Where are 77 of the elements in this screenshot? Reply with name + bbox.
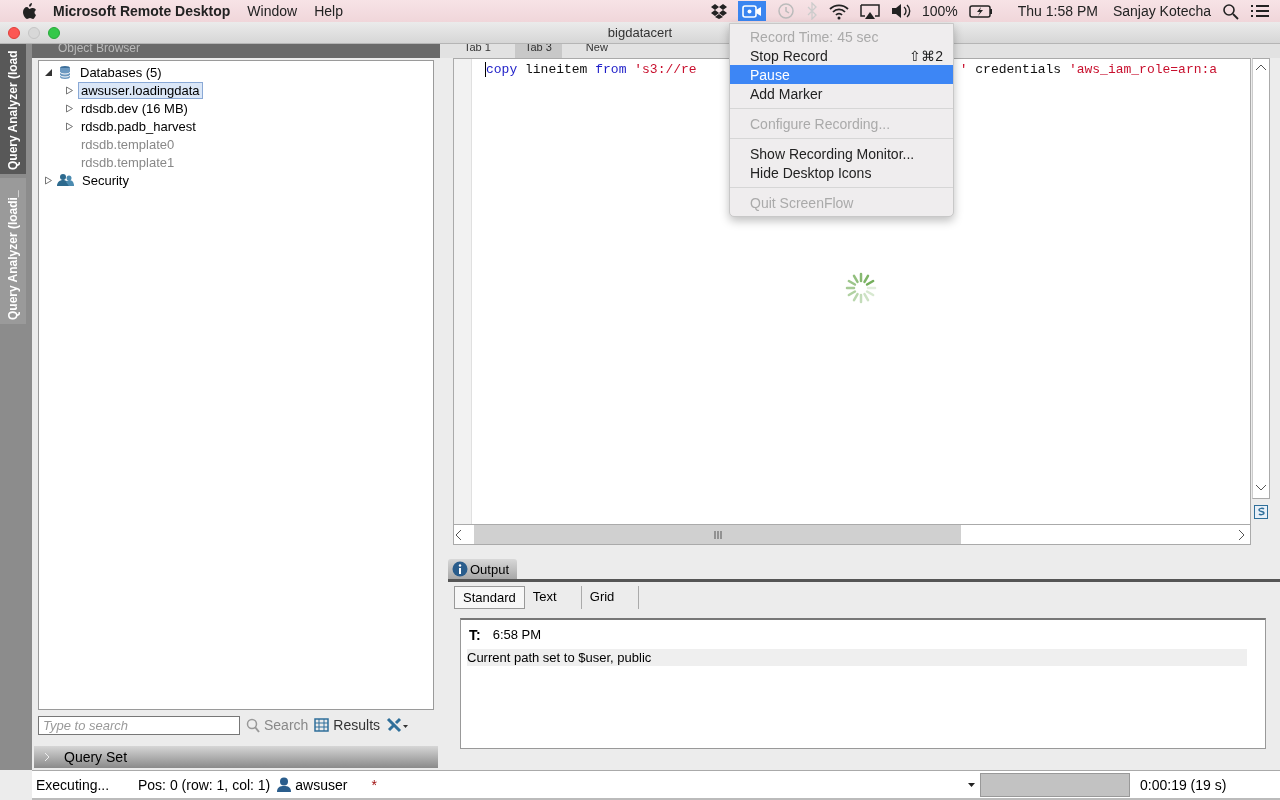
menu-item: Record Time: 45 sec (749, 27, 880, 46)
code-line: copy lineitem from 's3://re (485, 62, 697, 77)
output-tab[interactable]: Output (448, 559, 518, 579)
vertical-scrollbar[interactable] (1251, 58, 1270, 499)
results-button[interactable]: Results (314, 717, 381, 733)
collapsed-triangle-icon[interactable] (65, 121, 74, 131)
tree-item[interactable]: Databases (5) (77, 63, 165, 81)
diamonds-icon[interactable] (710, 3, 727, 19)
menu-item[interactable]: Pause (730, 65, 953, 84)
collapsed-triangle-icon[interactable] (65, 85, 74, 95)
close-button[interactable] (8, 26, 20, 39)
tree-item[interactable]: Security (79, 171, 132, 189)
scroll-up-icon[interactable] (1254, 63, 1267, 72)
menu-item[interactable]: Add Marker (730, 84, 953, 103)
video-camera-icon[interactable] (741, 3, 762, 19)
menu-item: Quit ScreenFlow (749, 193, 855, 212)
output-view-tab[interactable]: Text (524, 586, 582, 609)
users-icon (57, 173, 75, 187)
time-label: T: (469, 627, 481, 645)
menu-item[interactable]: Help (314, 3, 343, 19)
wifi-icon[interactable] (828, 2, 849, 20)
output-view-tab[interactable]: Grid (581, 586, 639, 609)
menu-item[interactable]: Show Recording Monitor... (730, 144, 953, 163)
editor-tab[interactable]: New (575, 44, 618, 58)
scroll-right-icon[interactable] (1236, 528, 1246, 541)
query-set-bar[interactable]: Query Set (34, 746, 438, 768)
tools-icon[interactable] (386, 717, 409, 733)
query-set-label: Query Set (64, 749, 128, 765)
list-icon[interactable] (1250, 3, 1270, 19)
scrollbar-thumb[interactable] (474, 525, 961, 544)
scroll-left-icon[interactable] (454, 528, 464, 541)
menu-item[interactable]: Hide Desktop Icons (730, 163, 953, 182)
battery-icon[interactable] (968, 3, 993, 19)
user-name: awsuser (295, 776, 348, 793)
user-name[interactable]: Sanjay Kotecha (1112, 3, 1211, 19)
search-field[interactable]: Type to search (38, 715, 240, 735)
search-icon (246, 717, 260, 733)
code-line: ' credentials 'aws_iam_role=arn:a (959, 62, 1218, 77)
speaker-icon[interactable] (890, 2, 911, 20)
side-tab[interactable]: Query Analyzer (load (0, 44, 26, 174)
tree-item[interactable]: rdsdb.dev (16 MB) (78, 99, 191, 117)
expanded-triangle-icon[interactable] (44, 67, 53, 77)
clock-text[interactable]: Thu 1:58 PM (1017, 3, 1098, 19)
modified-mark: * (371, 776, 377, 793)
info-icon (452, 561, 468, 577)
user-icon (277, 777, 292, 792)
cursor-position: Pos: 0 (row: 1, col: 1) (138, 776, 271, 793)
grid-icon (314, 718, 330, 732)
schema-icon[interactable] (1253, 505, 1268, 519)
tree-item[interactable]: rdsdb.template0 (78, 135, 178, 153)
editor-tab[interactable]: Tab 3 (514, 44, 562, 58)
dropdown-caret-icon[interactable] (968, 782, 975, 787)
menu-item[interactable]: Window (247, 3, 298, 19)
elapsed-time: 0:00:19 (19 s) (1140, 776, 1228, 793)
scroll-down-icon[interactable] (1254, 483, 1267, 492)
database-icon (57, 64, 73, 80)
menu-item: Configure Recording... (749, 114, 892, 133)
panel-title: Object Browser (58, 44, 141, 55)
collapsed-triangle-icon[interactable] (65, 103, 74, 113)
apple-icon[interactable] (20, 2, 36, 20)
editor-tab[interactable]: Tab 1 (454, 44, 501, 58)
output-view-tab[interactable]: Standard (454, 586, 525, 609)
tree-item[interactable]: awsuser.loadingdata (78, 81, 203, 99)
zoom-button[interactable] (48, 26, 60, 39)
battery-percent: 100% (921, 3, 958, 19)
window-title: bigdatacert (607, 25, 673, 40)
time-text: 6:58 PM (492, 627, 542, 644)
tree-item[interactable]: rdsdb.padb_harvest (78, 117, 199, 135)
tree-item[interactable]: rdsdb.template1 (78, 153, 178, 171)
grip-icon (713, 530, 722, 539)
status-text: Executing... (36, 776, 111, 793)
app-menu[interactable]: Microsoft Remote Desktop (53, 3, 231, 19)
search-icon[interactable] (1222, 2, 1239, 20)
collapsed-triangle-icon[interactable] (44, 175, 53, 185)
output-message: Current path set to $user, public (467, 649, 1247, 666)
horizontal-scrollbar[interactable] (454, 524, 1250, 544)
display-icon[interactable] (859, 2, 880, 20)
